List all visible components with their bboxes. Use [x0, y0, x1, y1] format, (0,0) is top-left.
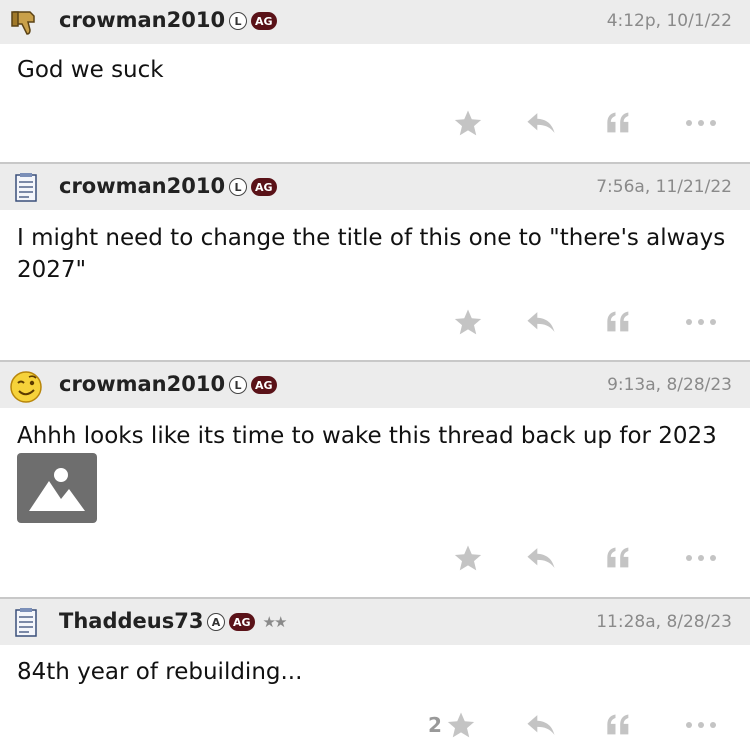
like-button[interactable]	[449, 304, 483, 340]
more-icon	[686, 319, 716, 325]
post: crowman2010 L AG 4:12p, 10/1/22 God we s…	[0, 0, 750, 162]
star-icon	[454, 309, 482, 335]
post: Thaddeus73 A AG ★★ 11:28a, 8/28/23 84th …	[0, 597, 750, 750]
reply-button[interactable]	[525, 707, 557, 743]
reply-button[interactable]	[525, 304, 557, 340]
user-badges: A AG ★★	[207, 612, 288, 632]
badge-letter: L	[229, 376, 247, 394]
reply-icon	[527, 113, 555, 133]
post-body: Ahhh looks like its time to wake this th…	[17, 423, 717, 449]
post-actions	[0, 304, 750, 340]
username[interactable]: crowman2010	[59, 172, 225, 200]
post-body: 84th year of rebuilding...	[17, 659, 303, 685]
post-body: God we suck	[17, 57, 164, 83]
quote-button[interactable]	[605, 304, 633, 340]
thumbs-down-icon[interactable]	[8, 4, 44, 40]
more-icon	[686, 722, 716, 728]
badge-ag: AG	[251, 12, 277, 30]
notepad-icon[interactable]	[8, 170, 44, 206]
rank-stars: ★★	[262, 613, 288, 631]
quote-button[interactable]	[605, 707, 633, 743]
more-options-button[interactable]	[684, 540, 718, 576]
post-timestamp[interactable]: 11:28a, 8/28/23	[596, 610, 732, 634]
more-options-button[interactable]	[684, 707, 718, 743]
image-placeholder-icon	[29, 468, 85, 511]
reply-icon	[527, 548, 555, 568]
badge-letter: A	[207, 613, 225, 631]
badge-ag: AG	[251, 178, 277, 196]
star-icon	[454, 110, 482, 136]
badge-letter: L	[229, 12, 247, 30]
post-header: crowman2010 L AG 9:13a, 8/28/23	[0, 360, 750, 408]
like-button[interactable]: 2	[428, 707, 476, 743]
reply-icon	[527, 715, 555, 735]
badge-ag: AG	[229, 613, 255, 631]
quote-icon	[607, 714, 629, 735]
post-actions	[0, 540, 750, 576]
like-button[interactable]	[449, 540, 483, 576]
post-header: crowman2010 L AG 4:12p, 10/1/22	[0, 0, 750, 44]
post-body: I might need to change the title of this…	[17, 225, 726, 283]
post-actions: 2	[0, 707, 750, 743]
user-badges: L AG	[229, 375, 277, 395]
image-attachment[interactable]	[17, 453, 97, 523]
more-icon	[686, 120, 716, 126]
post: crowman2010 L AG 9:13a, 8/28/23 Ahhh loo…	[0, 360, 750, 598]
user-badges: L AG	[229, 11, 277, 31]
more-options-button[interactable]	[684, 105, 718, 141]
winking-face-icon[interactable]	[8, 368, 44, 404]
reply-button[interactable]	[525, 105, 557, 141]
user-badges: L AG	[229, 177, 277, 197]
quote-icon	[607, 547, 629, 568]
post: crowman2010 L AG 7:56a, 11/21/22 I might…	[0, 162, 750, 360]
star-icon	[454, 545, 482, 571]
post-timestamp[interactable]: 4:12p, 10/1/22	[607, 9, 732, 33]
post-header: crowman2010 L AG 7:56a, 11/21/22	[0, 162, 750, 210]
badge-letter: L	[229, 178, 247, 196]
like-count: 2	[428, 713, 442, 737]
post-timestamp[interactable]: 9:13a, 8/28/23	[607, 373, 732, 397]
badge-ag: AG	[251, 376, 277, 394]
thread-feed: crowman2010 L AG 4:12p, 10/1/22 God we s…	[0, 0, 750, 750]
more-icon	[686, 555, 716, 561]
post-header: Thaddeus73 A AG ★★ 11:28a, 8/28/23	[0, 597, 750, 645]
username[interactable]: crowman2010	[59, 6, 225, 34]
quote-icon	[607, 311, 629, 332]
reply-icon	[527, 312, 555, 332]
quote-icon	[607, 112, 629, 133]
like-button[interactable]	[449, 105, 483, 141]
quote-button[interactable]	[605, 105, 633, 141]
star-icon	[447, 712, 475, 738]
quote-button[interactable]	[605, 540, 633, 576]
username[interactable]: Thaddeus73	[59, 607, 203, 635]
post-actions	[0, 105, 750, 141]
notepad-icon[interactable]	[8, 605, 44, 641]
reply-button[interactable]	[525, 540, 557, 576]
more-options-button[interactable]	[684, 304, 718, 340]
username[interactable]: crowman2010	[59, 370, 225, 398]
post-timestamp[interactable]: 7:56a, 11/21/22	[596, 175, 732, 199]
